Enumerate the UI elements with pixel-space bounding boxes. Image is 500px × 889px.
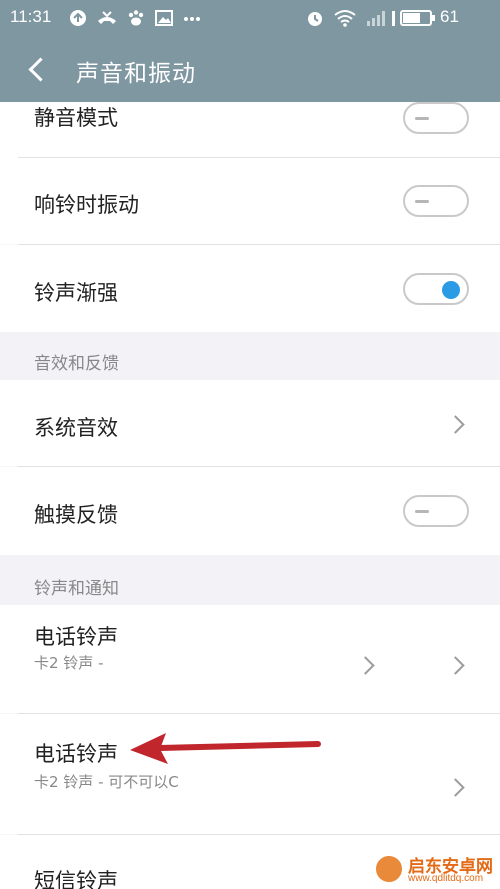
watermark-url: www.qdlitdq.com <box>408 873 484 884</box>
watermark-logo: 启东安卓网 www.qdlitdq.com <box>372 852 500 889</box>
red-arrow-annotation <box>130 733 321 764</box>
watermark-icon <box>374 854 404 884</box>
